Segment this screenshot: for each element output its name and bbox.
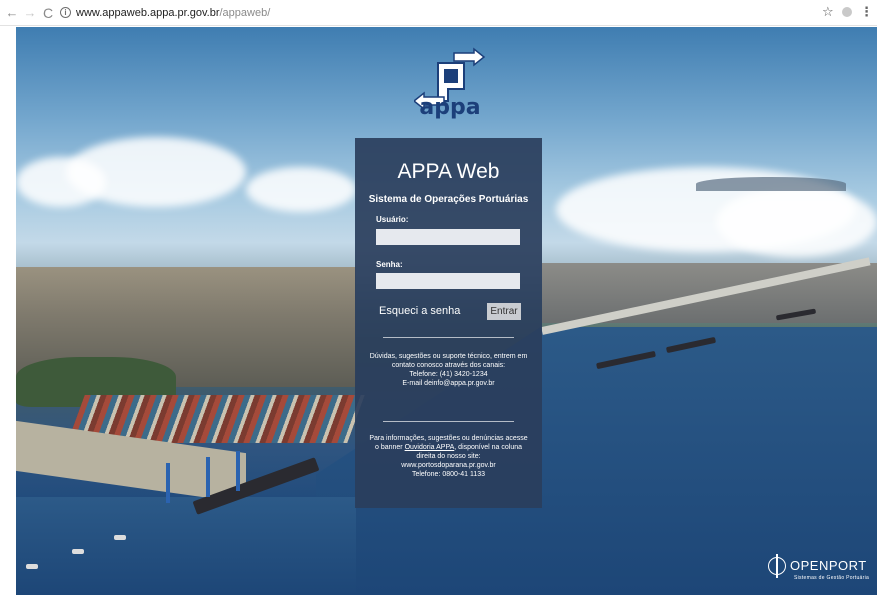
url-host: www.appaweb.appa.pr.gov.br bbox=[76, 7, 220, 19]
login-button[interactable]: Entrar bbox=[487, 303, 521, 320]
username-input[interactable] bbox=[376, 229, 520, 245]
openport-tagline: Sistemas de Gestão Portuária bbox=[794, 575, 870, 581]
page-subtitle: Sistema de Operações Portuárias bbox=[368, 194, 529, 205]
support-email: E-mail deinfo@appa.pr.gov.br bbox=[402, 380, 495, 387]
openport-name: OPENPORT bbox=[790, 558, 867, 573]
ombudsman-phone: Telefone: 0800-41 1133 bbox=[411, 471, 486, 478]
password-input[interactable] bbox=[376, 273, 520, 289]
reload-icon[interactable]: C bbox=[40, 4, 56, 22]
support-text: Dúvidas, sugestões ou suporte técnico, e… bbox=[369, 353, 528, 369]
forward-arrow-icon[interactable]: → bbox=[22, 4, 38, 22]
username-label: Usuário: bbox=[376, 215, 409, 224]
address-bar[interactable]: i www.appaweb.appa.pr.gov.br/appaweb/ bbox=[58, 3, 838, 23]
site-info-icon[interactable]: i bbox=[60, 6, 71, 18]
ombudsman-link[interactable]: Ouvidoria APPA bbox=[405, 444, 455, 451]
divider bbox=[383, 337, 514, 338]
support-phone: Telefone: (41) 3420-1234 bbox=[409, 371, 488, 378]
bookmark-star-icon[interactable]: ☆ bbox=[822, 4, 834, 20]
url-path: /appaweb/ bbox=[219, 7, 271, 19]
browser-menu-icon[interactable]: ⋮ bbox=[860, 3, 873, 21]
password-label: Senha: bbox=[376, 260, 403, 269]
ombudsman-site: www.portosdoparana.pr.gov.br bbox=[401, 462, 496, 469]
login-panel: APPA Web Sistema de Operações Portuárias… bbox=[355, 138, 542, 508]
openport-mark-icon bbox=[768, 554, 786, 578]
appa-logo-text: appa bbox=[419, 95, 481, 120]
ombudsman-text: Para informações, sugestões ou denúncias… bbox=[369, 435, 528, 460]
browser-toolbar: ← → C i www.appaweb.appa.pr.gov.br/appawe… bbox=[0, 0, 877, 26]
back-arrow-icon[interactable]: ← bbox=[4, 4, 20, 22]
openport-logo: OPENPORT Sistemas de Gestão Portuária bbox=[768, 554, 877, 586]
support-info: Dúvidas, sugestões ou suporte técnico, e… bbox=[369, 352, 528, 388]
extension-icon[interactable] bbox=[842, 7, 852, 17]
page-title: APPA Web bbox=[397, 160, 500, 183]
forgot-password-link[interactable]: Esqueci a senha bbox=[379, 305, 460, 317]
ombudsman-info: Para informações, sugestões ou denúncias… bbox=[369, 434, 528, 479]
divider bbox=[383, 421, 514, 422]
